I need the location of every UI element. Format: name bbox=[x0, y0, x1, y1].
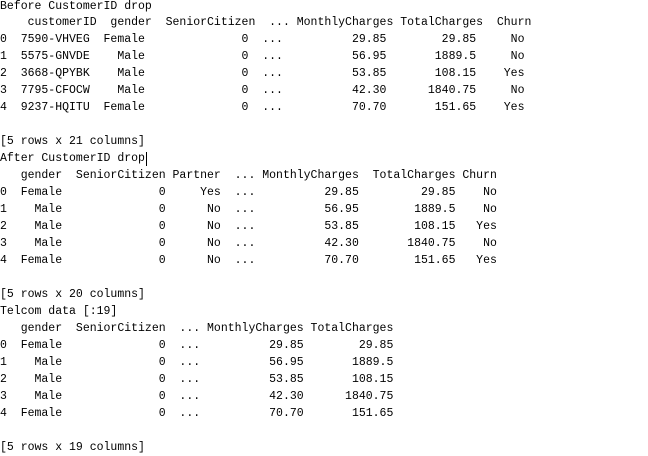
block2-title: After CustomerID drop bbox=[0, 152, 145, 165]
block3-footer: [5 rows x 19 columns] bbox=[0, 441, 145, 454]
table-row: 4 9237-HQITU Female 0 ... 70.70 151.65 Y… bbox=[0, 101, 525, 114]
block1-header: customerID gender SeniorCitizen ... Mont… bbox=[0, 16, 532, 29]
block3-header: gender SeniorCitizen ... MonthlyCharges … bbox=[0, 322, 394, 335]
table-row: 1 5575-GNVDE Male 0 ... 56.95 1889.5 No bbox=[0, 50, 525, 63]
table-row: 1 Male 0 No ... 56.95 1889.5 No bbox=[0, 203, 497, 216]
console-output[interactable]: Before CustomerID drop customerID gender… bbox=[0, 0, 648, 456]
block2-footer: [5 rows x 20 columns] bbox=[0, 288, 145, 301]
table-row: 0 Female 0 Yes ... 29.85 29.85 No bbox=[0, 186, 497, 199]
table-row: 2 Male 0 ... 53.85 108.15 bbox=[0, 373, 394, 386]
table-row: 3 Male 0 No ... 42.30 1840.75 No bbox=[0, 237, 497, 250]
table-row: 3 7795-CFOCW Male 0 ... 42.30 1840.75 No bbox=[0, 84, 525, 97]
table-row: 0 7590-VHVEG Female 0 ... 29.85 29.85 No bbox=[0, 33, 525, 46]
block3-title: Telcom data [:19] bbox=[0, 305, 118, 318]
table-row: 4 Female 0 No ... 70.70 151.65 Yes bbox=[0, 254, 497, 267]
table-row: 2 Male 0 No ... 53.85 108.15 Yes bbox=[0, 220, 497, 233]
table-row: 1 Male 0 ... 56.95 1889.5 bbox=[0, 356, 394, 369]
table-row: 3 Male 0 ... 42.30 1840.75 bbox=[0, 390, 394, 403]
block2-header: gender SeniorCitizen Partner ... Monthly… bbox=[0, 169, 497, 182]
table-row: 2 3668-QPYBK Male 0 ... 53.85 108.15 Yes bbox=[0, 67, 525, 80]
table-row: 4 Female 0 ... 70.70 151.65 bbox=[0, 407, 394, 420]
table-row: 0 Female 0 ... 29.85 29.85 bbox=[0, 339, 394, 352]
text-cursor bbox=[146, 152, 147, 166]
block1-footer: [5 rows x 21 columns] bbox=[0, 135, 145, 148]
block1-title: Before CustomerID drop bbox=[0, 0, 152, 13]
